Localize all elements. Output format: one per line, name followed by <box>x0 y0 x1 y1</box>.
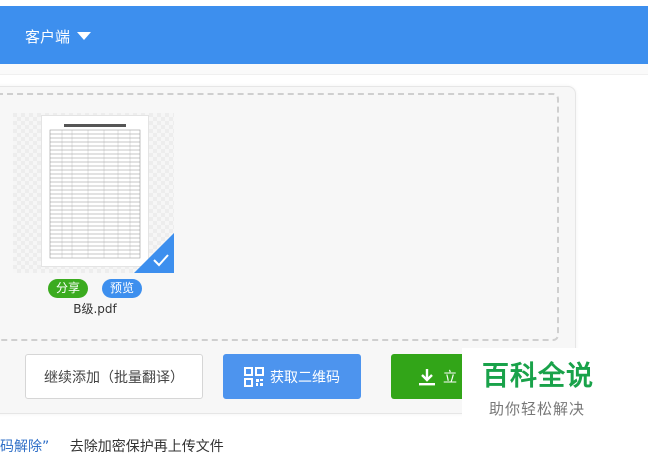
client-menu[interactable]: 客户端 <box>25 25 92 47</box>
document-preview-graphic <box>49 124 141 259</box>
file-thumbnail-card[interactable] <box>13 113 174 273</box>
document-thumbnail <box>41 115 149 267</box>
top-header-bar: 客户端 <box>0 6 648 64</box>
sub-header-strip <box>0 64 648 75</box>
share-button[interactable]: 分享 <box>48 279 89 298</box>
download-label: 立 <box>443 369 457 386</box>
footer-hint: 码解除” 去除加密保护再上传文件 <box>0 436 224 456</box>
continue-add-label: 继续添加（批量翻译） <box>44 369 184 386</box>
footer-link[interactable]: 码解除” <box>0 439 49 455</box>
get-qr-code-button[interactable]: 获取二维码 <box>223 354 361 399</box>
watermark-title: 百科全说 <box>482 361 594 392</box>
download-icon <box>417 367 437 387</box>
qr-code-icon <box>244 366 264 387</box>
caret-down-icon <box>77 32 92 40</box>
client-menu-label: 客户端 <box>25 27 71 46</box>
footer-description: 去除加密保护再上传文件 <box>69 439 224 455</box>
continue-add-button[interactable]: 继续添加（批量翻译） <box>25 354 203 399</box>
watermark-logo: 百科全说 助你轻松解决 <box>462 348 624 426</box>
preview-button[interactable]: 预览 <box>102 279 143 298</box>
file-name: B级.pdf <box>73 302 117 316</box>
checkmark-icon <box>153 254 169 267</box>
watermark-subtitle: 助你轻松解决 <box>489 400 586 418</box>
get-qr-code-label: 获取二维码 <box>270 369 340 386</box>
